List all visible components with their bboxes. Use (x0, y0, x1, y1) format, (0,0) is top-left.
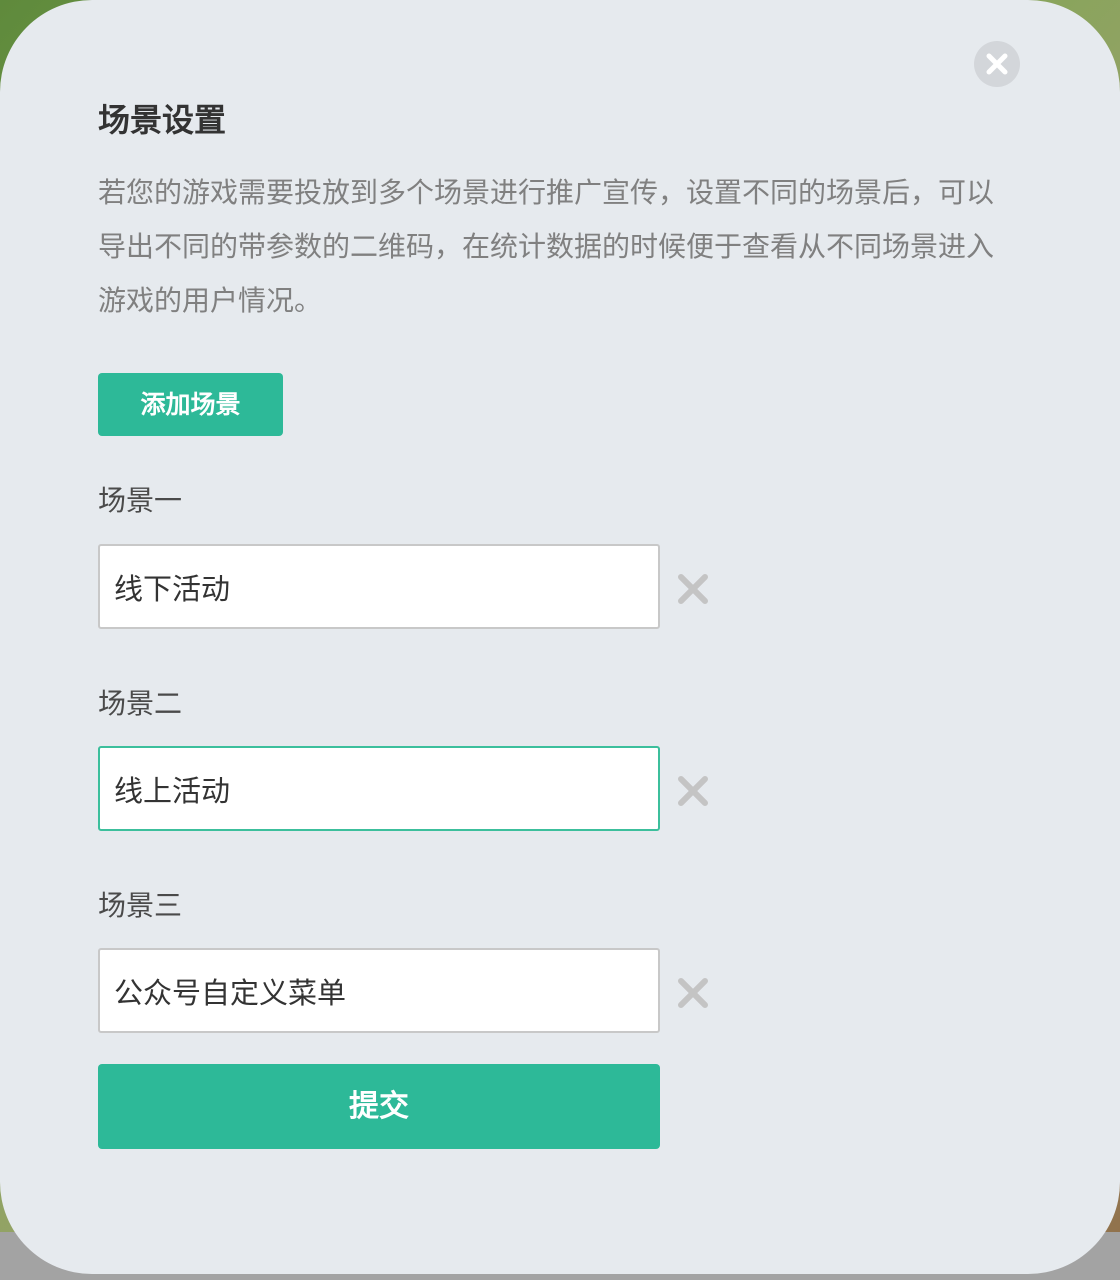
submit-button[interactable]: 提交 (98, 1064, 660, 1149)
add-scene-button[interactable]: 添加场景 (98, 373, 283, 436)
scene-input-1[interactable] (98, 544, 660, 629)
x-icon (678, 978, 708, 1008)
dialog-title: 场景设置 (98, 101, 227, 139)
scene-input-3[interactable] (98, 948, 660, 1033)
scene-label-3: 场景三 (98, 889, 183, 922)
delete-scene-1-button[interactable] (676, 572, 710, 606)
scene-label-1: 场景一 (98, 484, 183, 517)
dialog-description: 若您的游戏需要投放到多个场景进行推广宣传，设置不同的场景后，可以导出不同的带参数… (98, 176, 995, 317)
close-button[interactable] (974, 41, 1020, 87)
x-icon (678, 574, 708, 604)
scene-settings-dialog: 场景设置 若您的游戏需要投放到多个场景进行推广宣传，设置不同的场景后，可以导出不… (0, 0, 1120, 1274)
delete-scene-2-button[interactable] (676, 774, 710, 808)
x-icon (678, 776, 708, 806)
delete-scene-3-button[interactable] (676, 976, 710, 1010)
scene-input-2[interactable] (98, 746, 660, 831)
scene-label-2: 场景二 (98, 687, 183, 720)
close-icon (986, 53, 1008, 75)
